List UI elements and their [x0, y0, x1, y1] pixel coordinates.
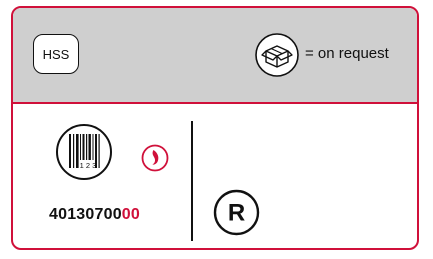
vertical-divider [191, 121, 193, 241]
registered-r-letter: R [228, 200, 245, 227]
hss-badge: HSS [33, 34, 79, 74]
flame-icon [141, 144, 169, 172]
product-card: HSS = on request 1 2 3 4013070000 R [11, 6, 419, 250]
article-number-prefix: 40130700 [49, 206, 122, 223]
barcode-icon: 1 2 3 [56, 124, 112, 180]
open-box-icon [255, 33, 299, 77]
article-number: 4013070000 [49, 206, 140, 224]
card-header: HSS = on request [13, 8, 417, 102]
hss-badge-label: HSS [42, 46, 70, 62]
article-number-suffix: 00 [121, 206, 140, 223]
registered-r-icon: R [213, 189, 260, 236]
horizontal-divider [13, 102, 417, 104]
barcode-digits: 1 2 3 [80, 161, 97, 170]
on-request-text: = on request [305, 45, 389, 62]
